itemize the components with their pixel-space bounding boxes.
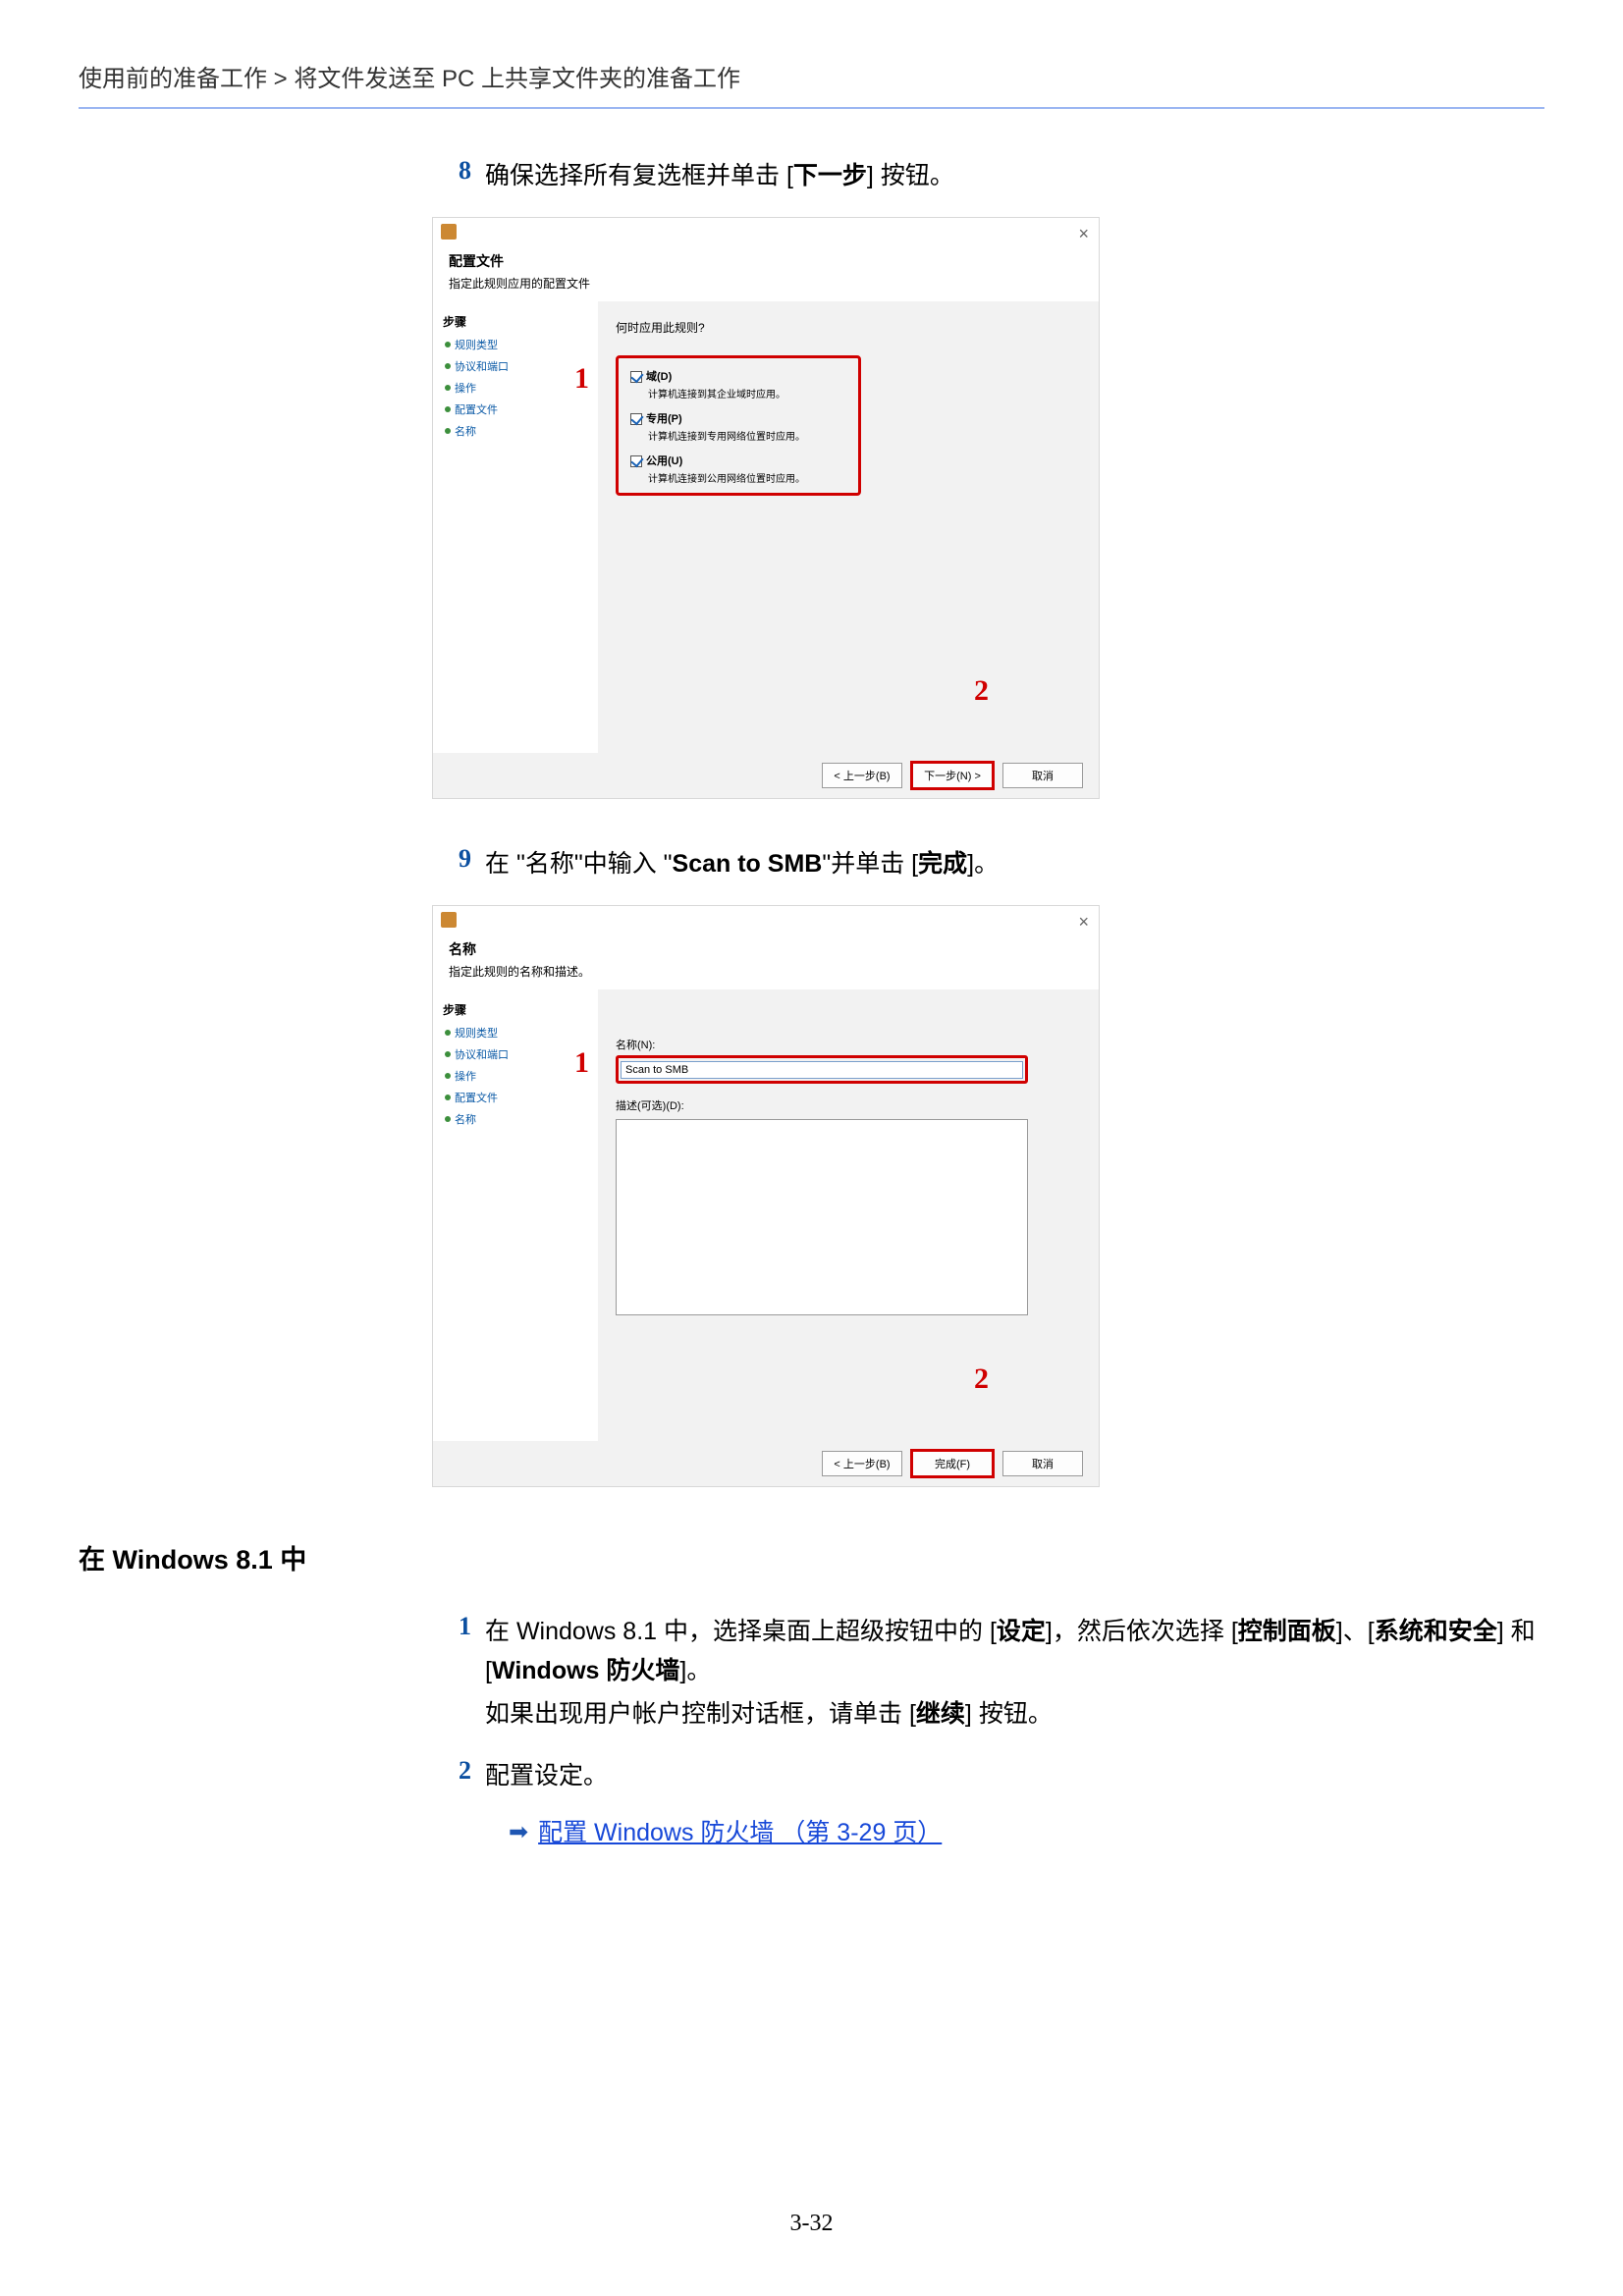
checkbox-icon[interactable] xyxy=(630,455,642,467)
dialog-title: 名称 xyxy=(449,939,1083,959)
sidebar-item[interactable]: 规则类型 xyxy=(441,1022,590,1043)
sidebar-item[interactable]: 配置文件 xyxy=(441,399,590,420)
win81-step1-text: 在 Windows 8.1 中，选择桌面上超级按钮中的 [设定]，然后依次选择 … xyxy=(485,1612,1544,1735)
breadcrumb: 使用前的准备工作 > 将文件发送至 PC 上共享文件夹的准备工作 xyxy=(79,59,1544,109)
page-number: 3-32 xyxy=(0,2211,1623,2237)
dialog-title: 配置文件 xyxy=(449,251,1083,271)
shield-icon xyxy=(441,912,457,928)
callout-2: 2 xyxy=(974,1362,989,1396)
wizard-steps-sidebar: 步骤 规则类型 协议和端口 操作 配置文件 名称 xyxy=(433,301,598,753)
link-configure-firewall[interactable]: 配置 Windows 防火墙 （第 3-29 页） xyxy=(538,1813,942,1852)
profile-checkbox-group: 域(D) 计算机连接到其企业域时应用。 专用(P) 计算机连接到专用网络位置时应… xyxy=(616,355,861,496)
sidebar-item[interactable]: 规则类型 xyxy=(441,334,590,355)
step-number-9: 9 xyxy=(432,844,485,874)
back-button[interactable]: < 上一步(B) xyxy=(822,763,902,788)
arrow-icon: ➡ xyxy=(509,1814,528,1851)
sidebar-item[interactable]: 协议和端口 xyxy=(441,1043,590,1065)
sidebar-item[interactable]: 操作 xyxy=(441,377,590,399)
callout-1: 1 xyxy=(574,362,589,396)
wizard-dialog-profiles: × 配置文件 指定此规则应用的配置文件 步骤 规则类型 协议和端口 操作 配置文… xyxy=(432,217,1100,799)
cancel-button[interactable]: 取消 xyxy=(1002,763,1083,788)
step-number-2: 2 xyxy=(432,1756,485,1786)
next-button[interactable]: 下一步(N) > xyxy=(912,763,993,788)
sidebar-item[interactable]: 协议和端口 xyxy=(441,355,590,377)
description-label: 描述(可选)(D): xyxy=(616,1097,1081,1113)
wizard-dialog-name: × 名称 指定此规则的名称和描述。 步骤 规则类型 协议和端口 操作 配置文件 … xyxy=(432,905,1100,1487)
sidebar-item[interactable]: 名称 xyxy=(441,1108,590,1130)
checkbox-private[interactable]: 专用(P) 计算机连接到专用网络位置时应用。 xyxy=(630,410,846,443)
step-number-1: 1 xyxy=(432,1612,485,1641)
sidebar-item[interactable]: 配置文件 xyxy=(441,1087,590,1108)
win81-step2-text: 配置设定。 ➡ 配置 Windows 防火墙 （第 3-29 页） xyxy=(485,1756,942,1852)
checkbox-domain[interactable]: 域(D) 计算机连接到其企业域时应用。 xyxy=(630,368,846,400)
step-8-text: 确保选择所有复选框并单击 [下一步] 按钮。 xyxy=(485,156,954,195)
back-button[interactable]: < 上一步(B) xyxy=(822,1451,902,1476)
sidebar-item[interactable]: 操作 xyxy=(441,1065,590,1087)
name-field-label: 名称(N): xyxy=(616,1037,1028,1052)
callout-1: 1 xyxy=(574,1046,589,1080)
description-textarea[interactable] xyxy=(616,1119,1028,1315)
checkbox-public[interactable]: 公用(U) 计算机连接到公用网络位置时应用。 xyxy=(630,453,846,485)
step-9-text: 在 "名称"中输入 "Scan to SMB"并单击 [完成]。 xyxy=(485,844,999,883)
finish-button[interactable]: 完成(F) xyxy=(912,1451,993,1476)
sidebar-heading: 步骤 xyxy=(433,309,598,334)
checkbox-icon[interactable] xyxy=(630,413,642,425)
close-icon[interactable]: × xyxy=(1078,224,1089,244)
rule-name-input[interactable] xyxy=(621,1061,1023,1079)
wizard-steps-sidebar: 步骤 规则类型 协议和端口 操作 配置文件 名称 xyxy=(433,989,598,1441)
section-heading-win81: 在 Windows 8.1 中 xyxy=(79,1538,1544,1576)
prompt-text: 何时应用此规则? xyxy=(616,319,1081,336)
sidebar-item[interactable]: 名称 xyxy=(441,420,590,442)
checkbox-icon[interactable] xyxy=(630,371,642,383)
close-icon[interactable]: × xyxy=(1078,912,1089,933)
cancel-button[interactable]: 取消 xyxy=(1002,1451,1083,1476)
shield-icon xyxy=(441,224,457,240)
sidebar-heading: 步骤 xyxy=(433,997,598,1022)
dialog-subtitle: 指定此规则应用的配置文件 xyxy=(449,275,1083,292)
callout-2: 2 xyxy=(974,674,989,708)
dialog-subtitle: 指定此规则的名称和描述。 xyxy=(449,963,1083,980)
step-number-8: 8 xyxy=(432,156,485,186)
